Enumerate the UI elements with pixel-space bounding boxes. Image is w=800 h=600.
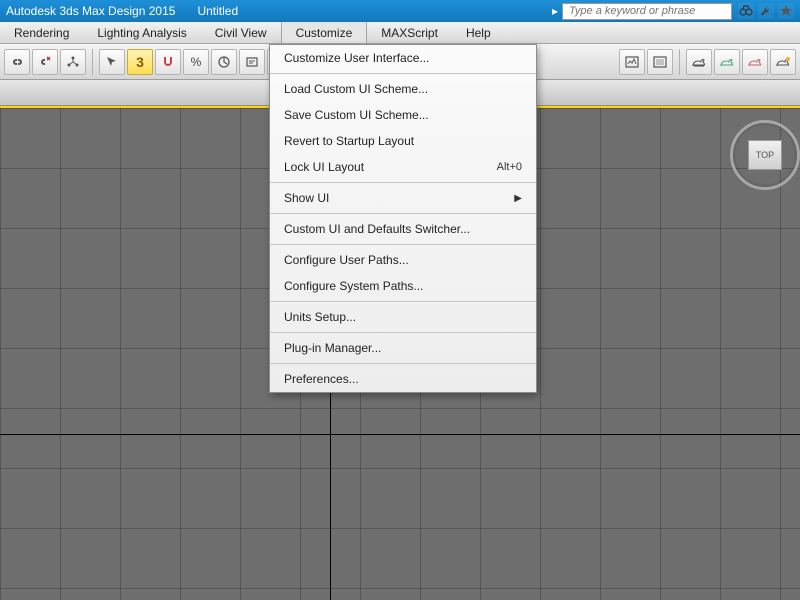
render-frame-icon[interactable]	[647, 49, 673, 75]
menu-item-revert-to-startup-layout[interactable]: Revert to Startup Layout	[270, 128, 536, 154]
menu-separator	[270, 182, 536, 183]
menu-help[interactable]: Help	[452, 22, 505, 43]
menu-item-label: Configure System Paths...	[284, 279, 423, 293]
bind-icon[interactable]	[60, 49, 86, 75]
menu-civil-view[interactable]: Civil View	[201, 22, 281, 43]
menu-item-label: Customize User Interface...	[284, 51, 429, 65]
app-name: Autodesk 3ds Max Design 2015	[6, 4, 175, 18]
menu-item-customize-user-interface[interactable]: Customize User Interface...	[270, 45, 536, 71]
menu-lighting-analysis[interactable]: Lighting Analysis	[83, 22, 200, 43]
menu-separator	[270, 73, 536, 74]
unlink-icon[interactable]	[32, 49, 58, 75]
star-icon[interactable]	[778, 3, 794, 19]
edit-named-sel-icon[interactable]	[239, 49, 265, 75]
menu-item-load-custom-ui-scheme[interactable]: Load Custom UI Scheme...	[270, 76, 536, 102]
menu-item-label: Save Custom UI Scheme...	[284, 108, 429, 122]
angle-snap-toggle[interactable]: 3	[127, 49, 153, 75]
menu-item-save-custom-ui-scheme[interactable]: Save Custom UI Scheme...	[270, 102, 536, 128]
menu-item-configure-system-paths[interactable]: Configure System Paths...	[270, 273, 536, 299]
menu-item-label: Show UI	[284, 191, 329, 205]
menu-item-preferences[interactable]: Preferences...	[270, 366, 536, 392]
menu-item-label: Lock UI Layout	[284, 160, 364, 174]
menu-item-label: Preferences...	[284, 372, 359, 386]
submenu-arrow-icon: ▶	[514, 193, 522, 204]
menu-item-show-ui[interactable]: Show UI ▶	[270, 185, 536, 211]
menu-item-label: Custom UI and Defaults Switcher...	[284, 222, 470, 236]
menu-separator	[270, 301, 536, 302]
axis-x	[0, 434, 800, 435]
menu-customize[interactable]: Customize	[281, 22, 368, 43]
snap-magnet-icon[interactable]	[155, 49, 181, 75]
menu-item-units-setup[interactable]: Units Setup...	[270, 304, 536, 330]
binoculars-icon[interactable]	[738, 3, 754, 19]
percent-label: %	[191, 55, 202, 69]
menu-bar: Rendering Lighting Analysis Civil View C…	[0, 22, 800, 44]
menu-item-lock-ui-layout[interactable]: Lock UI Layout Alt+0	[270, 154, 536, 180]
menu-shortcut: Alt+0	[497, 161, 522, 173]
menu-separator	[270, 363, 536, 364]
spinner-snap-icon[interactable]	[211, 49, 237, 75]
title-bar: Autodesk 3ds Max Design 2015 Untitled ▸	[0, 0, 800, 22]
menu-item-label: Units Setup...	[284, 310, 356, 324]
menu-item-configure-user-paths[interactable]: Configure User Paths...	[270, 247, 536, 273]
percent-snap-icon[interactable]: %	[183, 49, 209, 75]
menu-item-custom-ui-and-defaults-switcher[interactable]: Custom UI and Defaults Switcher...	[270, 216, 536, 242]
menu-rendering[interactable]: Rendering	[0, 22, 83, 43]
menu-separator	[270, 332, 536, 333]
document-name: Untitled	[197, 4, 238, 18]
render-production-icon[interactable]	[686, 49, 712, 75]
render-activeshade-icon[interactable]	[742, 49, 768, 75]
menu-item-label: Revert to Startup Layout	[284, 134, 414, 148]
render-iterative-icon[interactable]	[714, 49, 740, 75]
menu-item-label: Load Custom UI Scheme...	[284, 82, 428, 96]
angle-snap-value: 3	[136, 54, 144, 70]
viewcube-face[interactable]: TOP	[748, 140, 782, 170]
customize-menu-dropdown: Customize User Interface... Load Custom U…	[269, 44, 537, 393]
menu-item-plug-in-manager[interactable]: Plug-in Manager...	[270, 335, 536, 361]
wrench-icon[interactable]	[758, 3, 774, 19]
link-icon[interactable]	[4, 49, 30, 75]
menu-separator	[270, 244, 536, 245]
viewcube[interactable]: TOP	[730, 120, 800, 190]
info-arrow-icon[interactable]: ▸	[552, 4, 558, 18]
render-preset-icon[interactable]	[770, 49, 796, 75]
title-bar-tools	[738, 3, 794, 19]
menu-item-label: Configure User Paths...	[284, 253, 409, 267]
search-input[interactable]	[562, 3, 732, 20]
menu-maxscript[interactable]: MAXScript	[367, 22, 452, 43]
render-setup-icon[interactable]	[619, 49, 645, 75]
select-icon[interactable]	[99, 49, 125, 75]
menu-separator	[270, 213, 536, 214]
menu-item-label: Plug-in Manager...	[284, 341, 381, 355]
